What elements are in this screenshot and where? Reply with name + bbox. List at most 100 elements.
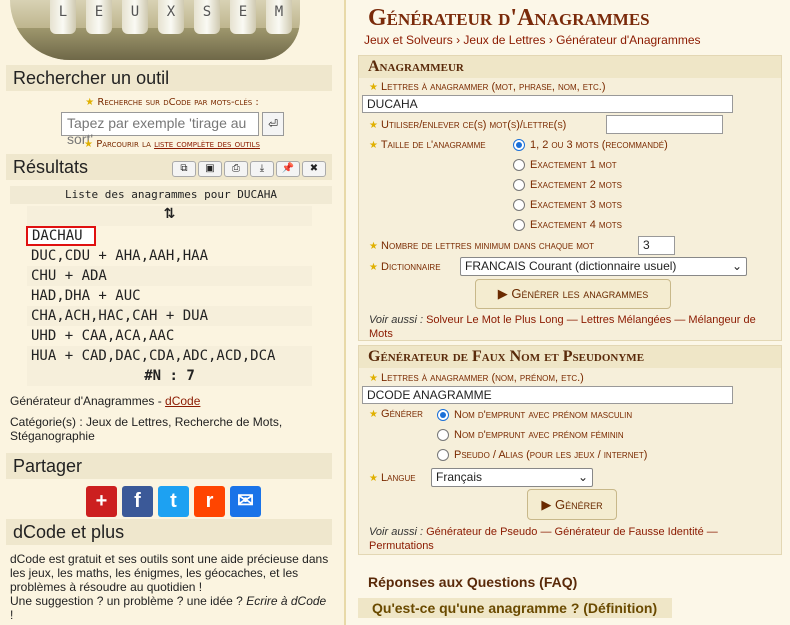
pseudo-option-label: Nom d'emprunt avec prénom masculin — [454, 409, 633, 421]
size-option-label: Exactement 2 mots — [530, 179, 623, 191]
letters-input[interactable]: DUCAHA — [362, 95, 733, 113]
size-option[interactable]: Exactement 3 mots — [513, 199, 623, 212]
size-option-label: Exactement 1 mot — [530, 159, 617, 171]
generate-anagrams-button[interactable]: ▶ Générer les anagrammes — [475, 279, 671, 309]
see-also-link[interactable]: Générateur de Fausse Identité — [555, 526, 704, 538]
size-option[interactable]: Exactement 4 mots — [513, 219, 623, 232]
download-icon[interactable]: ⤓ — [250, 161, 274, 177]
twitter-icon[interactable]: t — [158, 486, 189, 517]
page-title: Générateur d'Anagrammes — [368, 5, 650, 31]
search-tool-heading: Rechercher un outil — [6, 65, 332, 91]
radio-button[interactable] — [437, 449, 449, 462]
all-tools-link[interactable]: liste complète des outils — [154, 139, 260, 150]
cryptex-ring: M — [266, 0, 292, 34]
pseudo-option-label: Nom d'emprunt avec prénom féminin — [454, 429, 624, 441]
close-icon[interactable]: ✖ — [302, 161, 326, 177]
chevron-down-icon: ⌄ — [577, 470, 588, 484]
min-letters-input[interactable]: 3 — [638, 236, 675, 255]
result-row[interactable]: CHA,ACH,HAC,CAH + DUA — [27, 306, 312, 326]
result-row[interactable]: CHU + ADA — [27, 266, 312, 286]
result-row[interactable]: HUA + CAD,DAC,CDA,ADC,ACD,DCA — [27, 346, 312, 366]
radio-button[interactable] — [513, 199, 525, 212]
copy-icon[interactable]: ⧉ — [172, 161, 196, 177]
language-select[interactable]: Français ⌄ — [431, 468, 593, 487]
breadcrumb: Jeux et Solveurs › Jeux de Lettres › Gén… — [364, 33, 701, 47]
anagrammer-heading: Anagrammeur — [359, 56, 781, 78]
facebook-icon[interactable]: f — [122, 486, 153, 517]
see-also-link[interactable]: Lettres Mélangées — [581, 314, 672, 326]
pseudo-option[interactable]: Nom d'emprunt avec prénom féminin — [437, 429, 624, 442]
enter-icon: ⏎ — [267, 117, 279, 131]
size-label: ★ Taille de l'anagramme — [369, 139, 486, 151]
pseudo-letters-input[interactable]: DCODE ANAGRAMME — [362, 386, 733, 404]
cryptex-ring: U — [122, 0, 148, 34]
cryptex-lock-image: LEUXSEM — [10, 0, 300, 60]
pseudo-letters-label: ★ Lettres à anagrammer (nom, prénom, etc… — [369, 372, 584, 384]
cryptex-ring: S — [194, 0, 220, 34]
radio-button[interactable] — [437, 429, 449, 442]
dictionary-label: ★ Dictionnaire — [369, 261, 441, 273]
save-icon[interactable]: ▣ — [198, 161, 222, 177]
result-row[interactable]: DACHAU — [26, 226, 96, 246]
letters-label: ★ Lettres à anagrammer (mot, phrase, nom… — [369, 81, 606, 93]
size-option-label: Exactement 4 mots — [530, 219, 623, 231]
faq-heading: Réponses aux Questions (FAQ) — [368, 574, 578, 590]
radio-button[interactable] — [437, 409, 449, 422]
print-icon[interactable]: ⎙ — [224, 161, 248, 177]
tool-search-input[interactable]: Tapez par exemple 'tirage au sort' — [61, 112, 259, 147]
dictionary-select[interactable]: FRANCAIS Courant (dictionnaire usuel) ⌄ — [460, 257, 747, 276]
see-also-link[interactable]: Générateur de Pseudo — [426, 526, 537, 538]
radio-button[interactable] — [513, 179, 525, 192]
language-label: ★ Langue — [369, 472, 416, 484]
faq-question[interactable]: Qu'est-ce qu'une anagramme ? (Définition… — [358, 598, 672, 618]
pseudo-option[interactable]: Pseudo / Alias (pour les jeux / internet… — [437, 449, 648, 462]
share-buttons: + f t r ✉ — [86, 486, 266, 517]
see-also-link[interactable]: Solveur Le Mot le Plus Long — [426, 314, 564, 326]
use-words-input[interactable] — [606, 115, 723, 134]
keyword-search-label: ★ Recherche sur dCode par mots-clés : — [85, 97, 259, 108]
chevron-down-icon: ⌄ — [731, 259, 742, 273]
pseudo-option[interactable]: Nom d'emprunt avec prénom masculin — [437, 409, 633, 422]
email-icon[interactable]: ✉ — [230, 486, 261, 517]
pin-icon[interactable]: 📌 — [276, 161, 300, 177]
share-more-icon[interactable]: + — [86, 486, 117, 517]
pseudo-heading: Générateur de Faux Nom et Pseudonyme — [359, 346, 781, 368]
search-submit-button[interactable]: ⏎ — [262, 112, 284, 136]
size-option[interactable]: Exactement 1 mot — [513, 159, 617, 172]
see-also-link[interactable]: Permutations — [369, 540, 434, 552]
browse-tools: ★ Parcourir la liste complète des outils — [84, 139, 260, 150]
breadcrumb-word-games[interactable]: Jeux de Lettres — [463, 33, 545, 47]
cryptex-ring: E — [230, 0, 256, 34]
results-list-title: Liste des anagrammes pour DUCAHA — [10, 186, 332, 204]
result-row[interactable]: HAD,DHA + AUC — [27, 286, 312, 306]
about-heading: dCode et plus — [6, 519, 332, 545]
size-option[interactable]: 1, 2 ou 3 mots (recommandé) — [513, 139, 668, 152]
breadcrumb-current[interactable]: Générateur d'Anagrammes — [556, 33, 700, 47]
radio-button[interactable] — [513, 139, 525, 152]
results-toolbar: ⧉ ▣ ⎙ ⤓ 📌 ✖ — [170, 156, 326, 177]
radio-button[interactable] — [513, 219, 525, 232]
contact-link[interactable]: Ecrire à dCode — [246, 594, 326, 608]
left-sidebar: LEUXSEM Rechercher un outil ★ Recherche … — [0, 0, 344, 625]
sort-arrows-icon[interactable]: ⇅ — [27, 206, 312, 226]
cryptex-ring: X — [158, 0, 184, 34]
share-heading: Partager — [6, 453, 332, 479]
about-text: dCode est gratuit et ses outils sont une… — [10, 552, 329, 622]
result-row[interactable]: DUC,CDU + AHA,AAH,HAA — [27, 246, 312, 266]
result-count: #N : 7 — [27, 366, 312, 386]
breadcrumb-games[interactable]: Jeux et Solveurs — [364, 33, 453, 47]
pseudo-generator-panel: Générateur de Faux Nom et Pseudonyme ★ L… — [358, 345, 782, 555]
size-option-label: Exactement 3 mots — [530, 199, 623, 211]
generate-pseudo-button[interactable]: ▶ Générer — [527, 489, 617, 520]
result-row[interactable]: UHD + CAA,ACA,AAC — [27, 326, 312, 346]
dcode-link[interactable]: dCode — [165, 394, 200, 408]
generate-label: ★ Générer — [369, 408, 423, 420]
pseudo-option-label: Pseudo / Alias (pour les jeux / internet… — [454, 449, 648, 461]
tool-categories: Catégorie(s) : Jeux de Lettres, Recherch… — [10, 415, 283, 443]
size-option[interactable]: Exactement 2 mots — [513, 179, 623, 192]
min-letters-label: ★ Nombre de lettres minimum dans chaque … — [369, 240, 594, 252]
anagrammer-see-also: Voir aussi : Solveur Le Mot le Plus Long… — [369, 314, 756, 340]
radio-button[interactable] — [513, 159, 525, 172]
size-option-label: 1, 2 ou 3 mots (recommandé) — [530, 139, 668, 151]
reddit-icon[interactable]: r — [194, 486, 225, 517]
